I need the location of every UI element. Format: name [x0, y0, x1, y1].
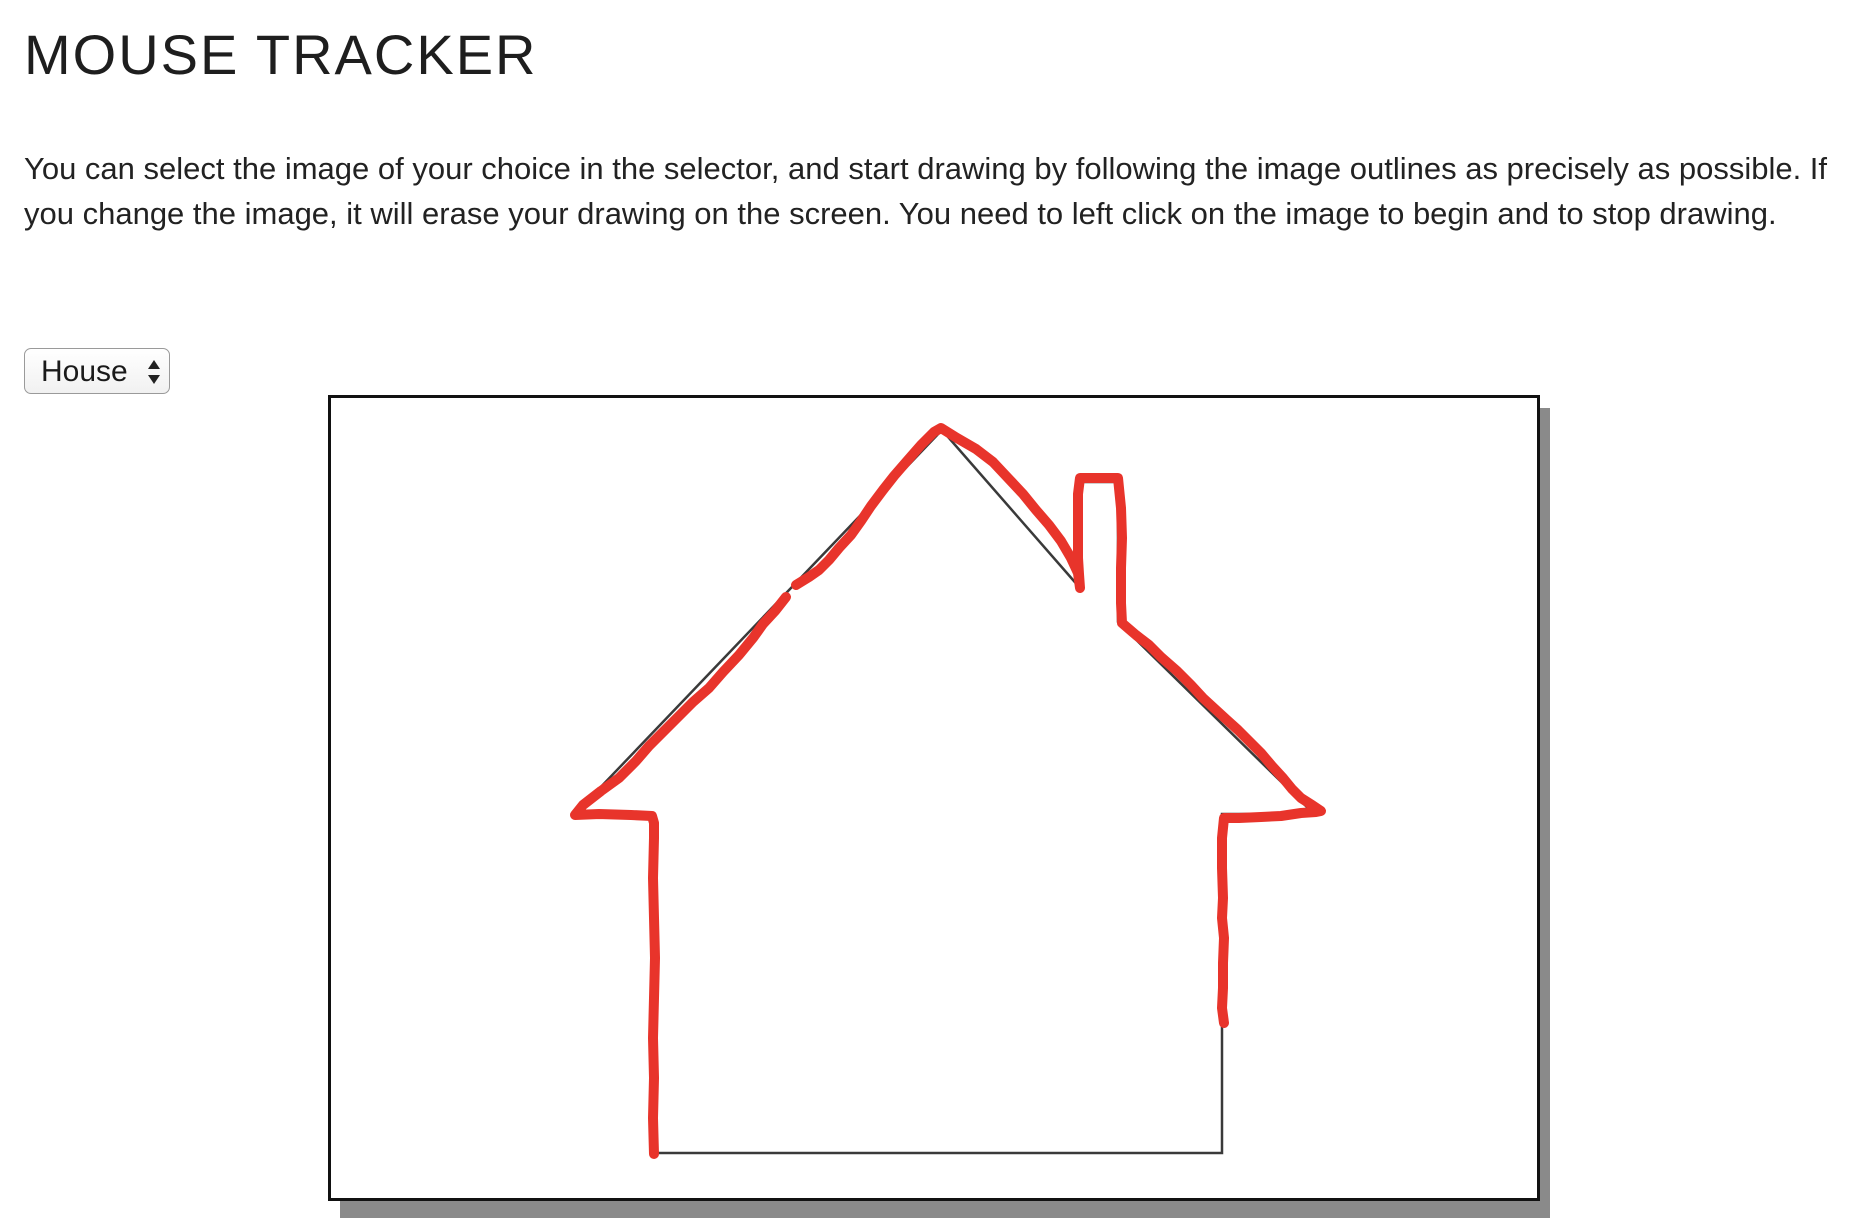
- house-outline-image: [572, 428, 1318, 1155]
- up-down-arrows-icon: [148, 360, 160, 384]
- page-title: MOUSE TRACKER: [24, 23, 538, 86]
- image-selector-value: House: [41, 355, 128, 388]
- drawing-canvas[interactable]: [328, 395, 1540, 1201]
- image-selector[interactable]: House: [24, 348, 170, 394]
- instructions-text: You can select the image of your choice …: [24, 151, 1828, 231]
- canvas-drawing-surface: [570, 423, 1326, 1159]
- user-drawing-stroke: [570, 423, 1326, 1159]
